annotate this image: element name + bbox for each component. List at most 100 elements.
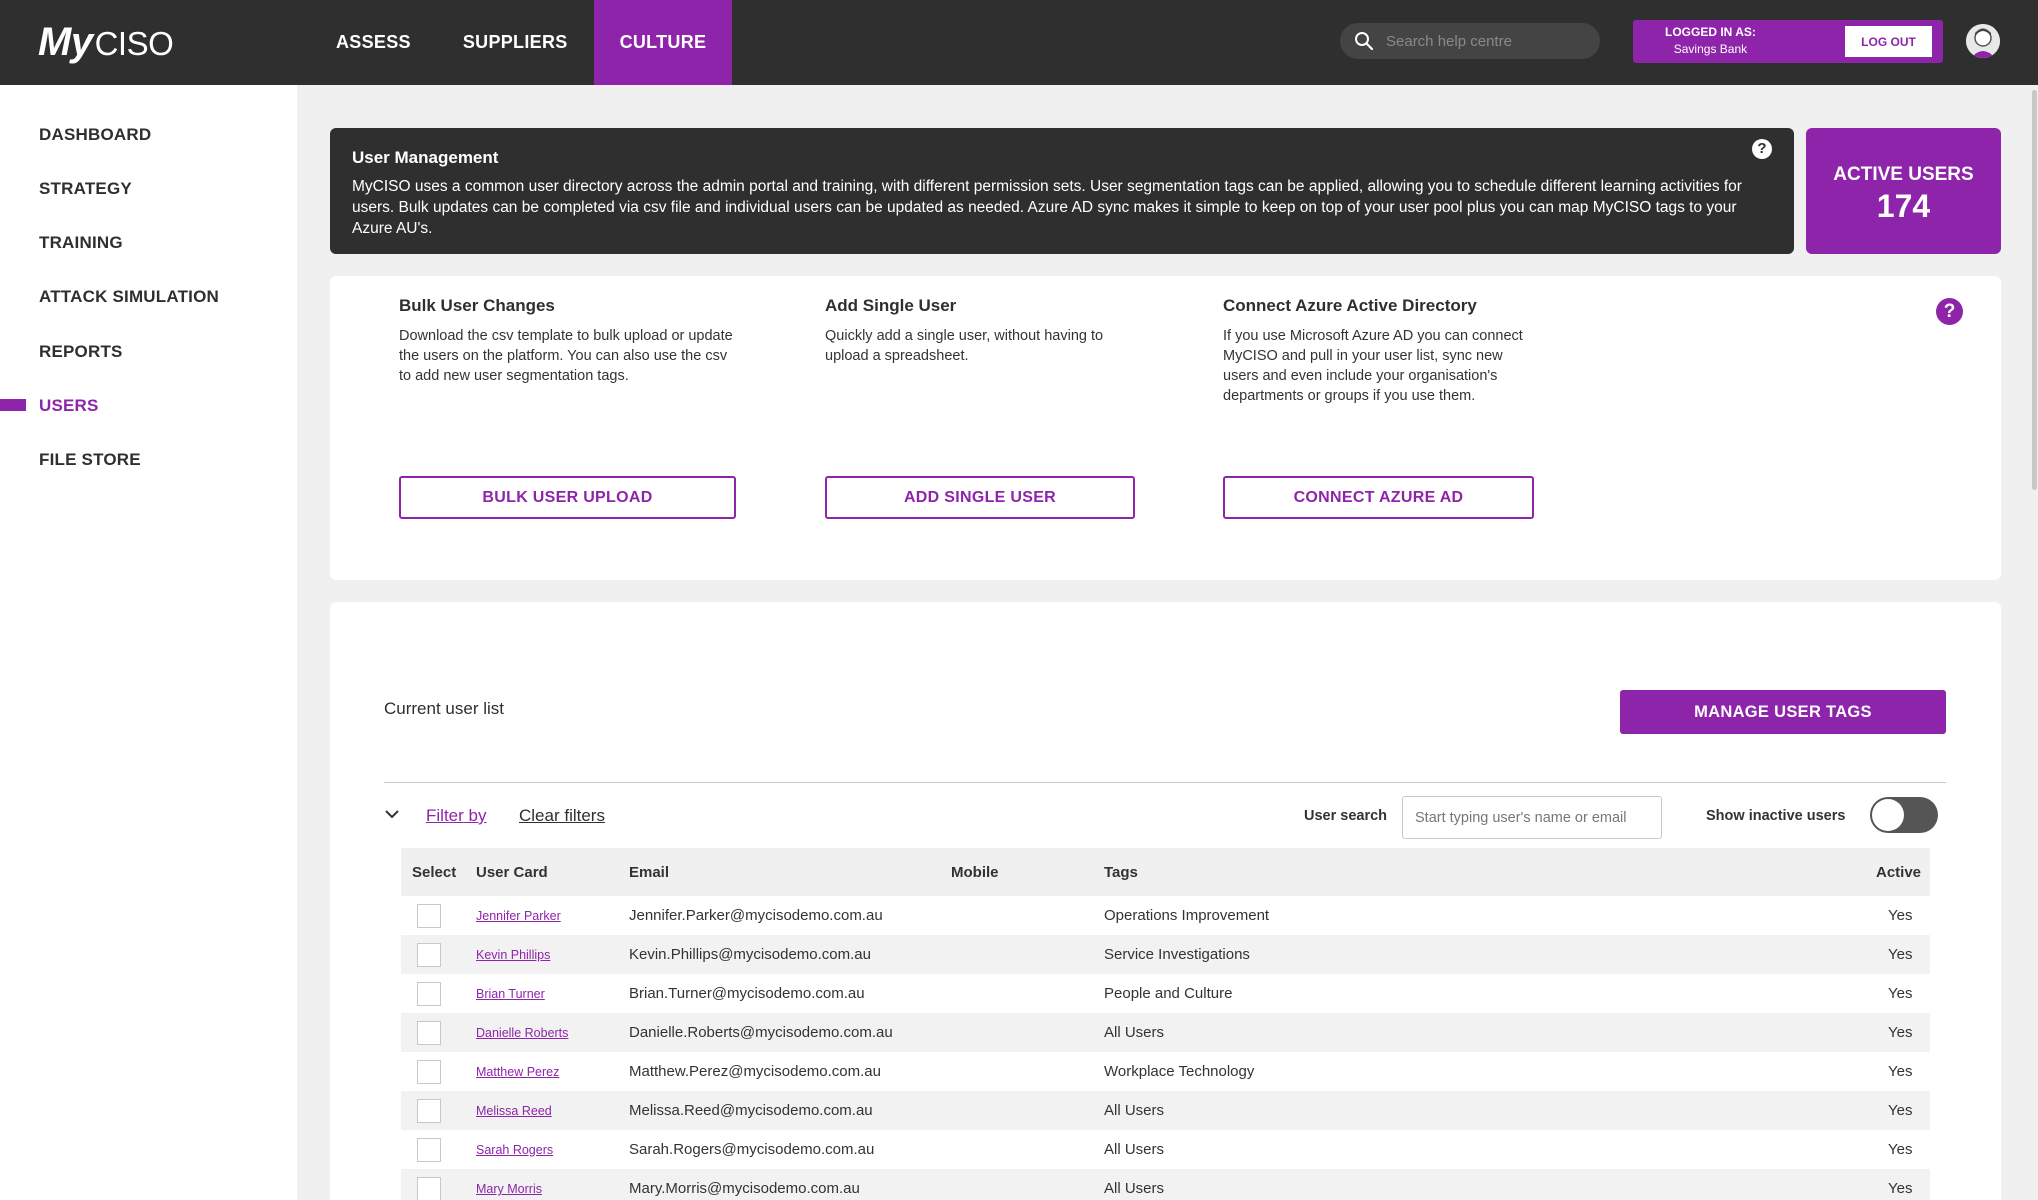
- avatar[interactable]: [1966, 24, 2000, 58]
- col-user-card: User Card: [476, 864, 548, 881]
- search-icon: [1355, 32, 1374, 51]
- manage-user-tags-button[interactable]: MANAGE USER TAGS: [1620, 690, 1946, 734]
- logo-ciso: CISO: [94, 25, 174, 62]
- active-users-count: 174: [1876, 188, 1931, 224]
- single-user-description: Quickly add a single user, without havin…: [825, 328, 1104, 364]
- help-search: [1340, 23, 1600, 59]
- sidebar-item-file-store[interactable]: FILE STORE: [39, 450, 141, 470]
- bulk-user-description: Download the csv template to bulk upload…: [399, 328, 733, 384]
- logo-my: My: [38, 20, 93, 64]
- col-email: Email: [629, 864, 670, 881]
- sidebar-item-training[interactable]: TRAINING: [39, 233, 123, 253]
- logout-button[interactable]: LOG OUT: [1845, 26, 1932, 57]
- sidebar-item-strategy[interactable]: STRATEGY: [39, 179, 132, 199]
- user-card-link[interactable]: Mary Morris: [476, 1182, 542, 1196]
- chevron-down-icon[interactable]: [384, 808, 400, 820]
- user-card-link[interactable]: Brian Turner: [476, 987, 545, 1001]
- banner-title: User Management: [352, 148, 499, 167]
- row-select-checkbox[interactable]: [417, 904, 441, 928]
- user-email: Mary.Morris@mycisodemo.com.au: [629, 1180, 860, 1197]
- user-active: Yes: [1888, 946, 1913, 963]
- user-active: Yes: [1888, 1141, 1913, 1158]
- show-inactive-toggle[interactable]: [1870, 797, 1938, 833]
- sidebar-item-reports[interactable]: REPORTS: [39, 342, 123, 362]
- table-row: Jennifer Parker Jennifer.Parker@mycisodem…: [401, 896, 1930, 935]
- single-user-title: Add Single User: [825, 296, 957, 315]
- table-row: Mary Morris Mary.Morris@mycisodemo.com.au…: [401, 1169, 1930, 1200]
- help-search-input[interactable]: [1386, 32, 1586, 50]
- user-search-label: User search: [1304, 808, 1388, 824]
- user-active: Yes: [1888, 1024, 1913, 1041]
- sidebar-item-attack-simulation[interactable]: ATTACK SIMULATION: [39, 287, 219, 307]
- table-row: Melissa Reed Melissa.Reed@mycisodemo.com.…: [401, 1091, 1930, 1130]
- row-select-checkbox[interactable]: [417, 1021, 441, 1045]
- user-tags: All Users: [1104, 1102, 1165, 1119]
- row-select-checkbox[interactable]: [417, 1177, 441, 1200]
- row-select-checkbox[interactable]: [417, 1138, 441, 1162]
- row-select-checkbox[interactable]: [417, 1060, 441, 1084]
- user-table: Select User Card Email Mobile Tags Activ…: [401, 848, 1930, 1200]
- login-info: LOGGED IN AS: Savings Bank: [1665, 24, 1756, 58]
- user-card-link[interactable]: Danielle Roberts: [476, 1026, 568, 1040]
- user-tags: Workplace Technology: [1104, 1063, 1255, 1080]
- user-active: Yes: [1888, 1180, 1913, 1197]
- user-card-link[interactable]: Kevin Phillips: [476, 948, 550, 962]
- azure-ad-title: Connect Azure Active Directory: [1223, 296, 1477, 315]
- user-list-card: Current user list MANAGE USER TAGS Filte…: [330, 602, 2001, 1200]
- table-row: Matthew Perez Matthew.Perez@mycisodemo.co…: [401, 1052, 1930, 1091]
- col-select: Select: [412, 864, 457, 881]
- user-management-banner: User Management MyCISO uses a common use…: [330, 128, 1794, 254]
- user-card-link[interactable]: Matthew Perez: [476, 1065, 559, 1079]
- col-active: Active: [1876, 864, 1922, 881]
- sidebar: DASHBOARD STRATEGY TRAINING ATTACK SIMUL…: [0, 85, 297, 1200]
- table-row: Kevin Phillips Kevin.Phillips@mycisodemo.…: [401, 935, 1930, 974]
- row-select-checkbox[interactable]: [417, 982, 441, 1006]
- user-active: Yes: [1888, 907, 1913, 924]
- connect-azure-ad-button[interactable]: CONNECT AZURE AD: [1223, 476, 1534, 519]
- azure-ad-description: If you use Microsoft Azure AD you can co…: [1223, 328, 1523, 404]
- row-select-checkbox[interactable]: [417, 1099, 441, 1123]
- table-row: Danielle Roberts Danielle.Roberts@mycisod…: [401, 1013, 1930, 1052]
- nav-assess[interactable]: ASSESS: [310, 0, 437, 85]
- user-active: Yes: [1888, 1063, 1913, 1080]
- user-email: Sarah.Rogers@mycisodemo.com.au: [629, 1141, 875, 1158]
- user-email: Kevin.Phillips@mycisodemo.com.au: [629, 946, 871, 963]
- main-nav: ASSESS SUPPLIERS CULTURE: [310, 0, 733, 85]
- user-active: Yes: [1888, 1102, 1913, 1119]
- user-tags: People and Culture: [1104, 985, 1233, 1002]
- user-active: Yes: [1888, 985, 1913, 1002]
- login-panel: LOGGED IN AS: Savings Bank LOG OUT: [1633, 20, 1943, 63]
- clear-filters-link[interactable]: Clear filters: [519, 806, 605, 826]
- user-email: Matthew.Perez@mycisodemo.com.au: [629, 1063, 881, 1080]
- user-email: Brian.Turner@mycisodemo.com.au: [629, 985, 865, 1002]
- add-single-user-button[interactable]: ADD SINGLE USER: [825, 476, 1135, 519]
- single-user-section: Add Single User Quickly add a single use…: [825, 296, 1135, 366]
- table-row: Brian Turner Brian.Turner@mycisodemo.com.…: [401, 974, 1930, 1013]
- nav-culture[interactable]: CULTURE: [593, 0, 733, 85]
- nav-suppliers[interactable]: SUPPLIERS: [437, 0, 594, 85]
- org-name: Savings Bank: [1673, 42, 1748, 56]
- sidebar-item-dashboard[interactable]: DASHBOARD: [39, 125, 151, 145]
- help-icon[interactable]: ?: [1936, 298, 1963, 325]
- row-select-checkbox[interactable]: [417, 943, 441, 967]
- help-icon[interactable]: ?: [1752, 139, 1772, 159]
- user-email: Melissa.Reed@mycisodemo.com.au: [629, 1102, 873, 1119]
- user-card-link[interactable]: Jennifer Parker: [476, 909, 561, 923]
- user-search-input[interactable]: [1402, 796, 1662, 839]
- scrollbar-thumb[interactable]: [2032, 90, 2037, 490]
- user-card-link[interactable]: Sarah Rogers: [476, 1143, 553, 1157]
- bulk-user-upload-button[interactable]: BULK USER UPLOAD: [399, 476, 736, 519]
- table-header: Select User Card Email Mobile Tags Activ…: [401, 848, 1930, 896]
- user-tags: Operations Improvement: [1104, 907, 1270, 924]
- active-users-label: ACTIVE USERS: [1833, 164, 1974, 185]
- azure-ad-section: Connect Azure Active Directory If you us…: [1223, 296, 1533, 406]
- user-card-link[interactable]: Melissa Reed: [476, 1104, 552, 1118]
- user-actions-card: Bulk User Changes Download the csv templ…: [330, 276, 2001, 580]
- user-tags: All Users: [1104, 1180, 1165, 1197]
- filter-by-link[interactable]: Filter by: [426, 806, 486, 826]
- myciso-logo[interactable]: My CISO: [38, 20, 174, 65]
- user-tags: All Users: [1104, 1024, 1165, 1041]
- bulk-user-section: Bulk User Changes Download the csv templ…: [399, 296, 735, 386]
- sidebar-item-users[interactable]: USERS: [39, 396, 99, 416]
- user-tags: All Users: [1104, 1141, 1165, 1158]
